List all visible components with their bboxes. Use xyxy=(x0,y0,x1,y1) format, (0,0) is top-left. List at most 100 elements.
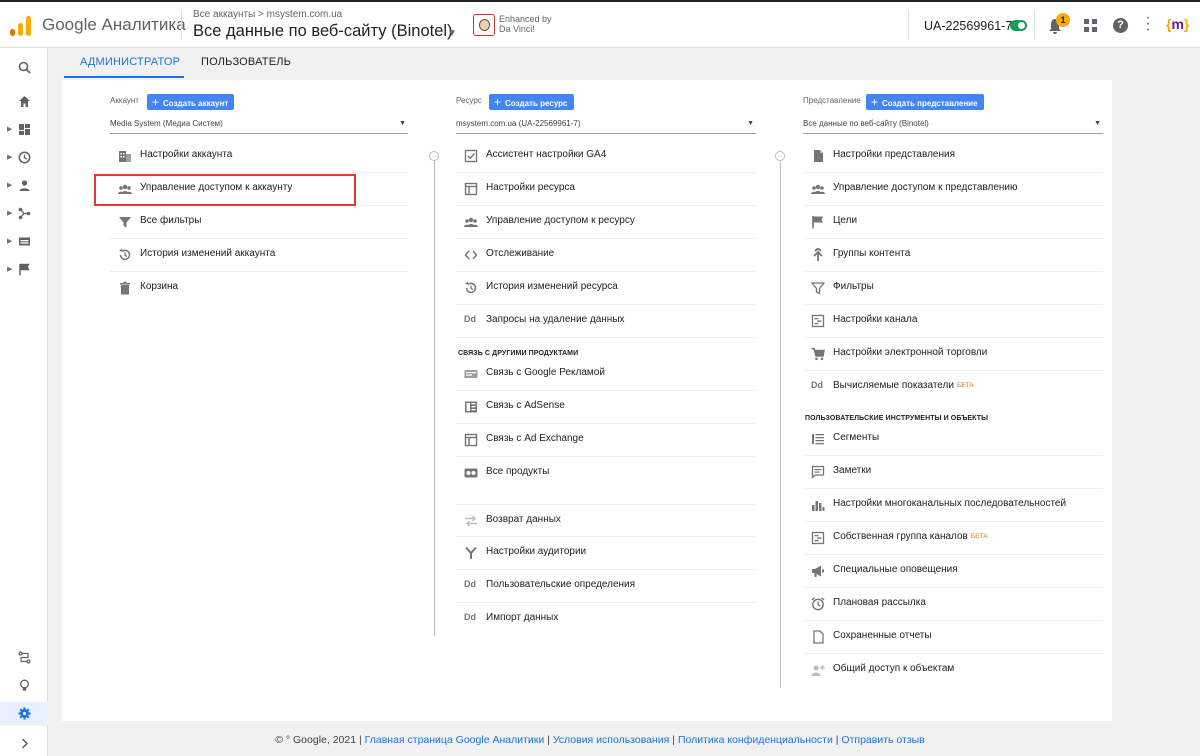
apps-icon[interactable] xyxy=(1084,19,1098,33)
list-item-trash[interactable]: Корзина xyxy=(110,272,408,305)
list-item-ga4-assistant[interactable]: Ассистент настройки GA4 xyxy=(456,140,756,173)
view-selector[interactable]: Все данные по веб-сайту (Binotel) xyxy=(193,22,453,41)
list-item-filters[interactable]: Фильтры xyxy=(803,272,1103,305)
rail-conversions[interactable]: ▶ xyxy=(0,258,48,282)
rail-admin[interactable] xyxy=(0,702,48,726)
list-item-share-assets[interactable]: Общий доступ к объектам xyxy=(803,654,1103,687)
create-view-label: Создать представление xyxy=(882,99,978,108)
ads-icon xyxy=(464,370,478,378)
footer-separator: | xyxy=(835,734,839,746)
list-item-property-access[interactable]: Управление доступом к ресурсу xyxy=(456,206,756,239)
list-item-content-groups[interactable]: Группы контента xyxy=(803,239,1103,272)
list-item-annotations[interactable]: Заметки xyxy=(803,456,1103,489)
beta-badge: БЕТА xyxy=(956,382,974,389)
side-navigation: ▶ ▶ ▶ ▶ ▶ ▶ xyxy=(0,48,48,756)
share-icon xyxy=(811,665,825,676)
list-item-text: Вычисляемые показатели xyxy=(833,380,954,391)
lightbulb-icon xyxy=(20,679,29,691)
list-item-adexchange-link[interactable]: Связь с Ad Exchange xyxy=(456,424,756,457)
gear-icon xyxy=(18,707,31,720)
brand-name[interactable]: Google Аналитика xyxy=(42,15,186,35)
footer-link-home[interactable]: Главная страница Google Аналитики xyxy=(365,734,545,746)
create-view-button[interactable]: + Создать представление xyxy=(866,94,984,110)
tracking-id: UA-22569961-7 xyxy=(924,19,1013,33)
divider xyxy=(181,10,182,40)
more-vert-icon[interactable]: · · · xyxy=(1145,10,1151,38)
beta-badge: БЕТА xyxy=(970,533,988,540)
tab-user[interactable]: ПОЛЬЗОВАТЕЛЬ xyxy=(201,56,291,68)
list-item-custom-alerts[interactable]: Специальные оповещения xyxy=(803,555,1103,588)
list-item-google-ads-link[interactable]: Связь с Google Рекламой xyxy=(456,358,756,391)
list-item-mcf-settings[interactable]: Настройки многоканальных последовательно… xyxy=(803,489,1103,522)
footer-link-feedback[interactable]: Отправить отзыв xyxy=(841,734,924,746)
list-item-all-products[interactable]: Все продукты xyxy=(456,457,756,490)
caret-down-icon[interactable]: ▼ xyxy=(447,28,457,39)
rail-discover[interactable] xyxy=(0,674,48,698)
branch-icon xyxy=(813,248,823,261)
rail-acquisition[interactable]: ▶ xyxy=(0,202,48,226)
list-item-channel-settings[interactable]: Настройки канала xyxy=(803,305,1103,338)
filter-icon xyxy=(811,282,825,295)
list-item-saved-reports[interactable]: Сохраненные отчеты xyxy=(803,621,1103,654)
rail-audience[interactable]: ▶ xyxy=(0,174,48,198)
list-item-custom-channel-group[interactable]: Собственная группа каналов БЕТА xyxy=(803,522,1103,555)
rail-customization[interactable]: ▶ xyxy=(0,118,48,142)
rail-home[interactable] xyxy=(0,90,48,114)
list-item-custom-definitions[interactable]: Dd Пользовательские определения xyxy=(456,570,756,603)
list-item-view-access[interactable]: Управление доступом к представлению xyxy=(803,173,1103,206)
list-item-scheduled-emails[interactable]: Плановая рассылка xyxy=(803,588,1103,621)
list-item-adsense-link[interactable]: Связь с AdSense xyxy=(456,391,756,424)
expand-arrow-icon: ▶ xyxy=(7,126,13,133)
dd-icon: Dd xyxy=(464,579,476,589)
list-item-label: Вычисляемые показатели БЕТА xyxy=(833,380,974,391)
list-item-label: Настройки представления xyxy=(833,149,955,160)
list-item-label: Собственная группа каналов БЕТА xyxy=(833,531,988,542)
create-property-label: Создать ресурс xyxy=(505,99,568,108)
footer-link-terms[interactable]: Условия использования xyxy=(553,734,670,746)
list-item-ecommerce-settings[interactable]: Настройки электронной торговли xyxy=(803,338,1103,371)
list-item-label: Настройки электронной торговли xyxy=(833,347,988,358)
create-account-button[interactable]: + Создать аккаунт xyxy=(147,94,235,110)
list-item-account-history[interactable]: История изменений аккаунта xyxy=(110,239,408,272)
list-item-label: Плановая рассылка xyxy=(833,597,926,608)
window-icon xyxy=(464,182,478,196)
list-item-view-settings[interactable]: Настройки представления xyxy=(803,140,1103,173)
status-toggle[interactable] xyxy=(1010,20,1027,31)
list-item-label: Настройки аудитории xyxy=(486,546,587,557)
doc-icon xyxy=(814,150,823,162)
rail-attribution[interactable] xyxy=(0,646,48,670)
checkbox-icon xyxy=(464,149,478,163)
people-icon xyxy=(811,184,825,194)
behavior-icon xyxy=(19,237,30,246)
list-item-tracking[interactable]: Отслеживание xyxy=(456,239,756,272)
list-item-property-history[interactable]: История изменений ресурса xyxy=(456,272,756,305)
help-icon[interactable]: ? xyxy=(1113,18,1128,33)
breadcrumb[interactable]: Все аккаунты > msystem.com.ua xyxy=(193,9,342,20)
davinci-extension-icon[interactable] xyxy=(473,14,495,36)
list-item-goals[interactable]: Цели xyxy=(803,206,1103,239)
property-select[interactable]: msystem.com.ua (UA-22569961-7) ▼ xyxy=(456,117,756,134)
account-select[interactable]: Media System (Медиа Систем) ▼ xyxy=(110,117,408,134)
list-item-data-import[interactable]: Dd Импорт данных xyxy=(456,603,756,636)
rail-search[interactable] xyxy=(0,56,48,80)
view-select[interactable]: Все данные по веб-сайту (Binotel) ▼ xyxy=(803,117,1103,134)
tab-admin[interactable]: АДМИНИСТРАТОР xyxy=(80,56,180,68)
account-logo[interactable]: {m} xyxy=(1166,16,1189,32)
create-property-button[interactable]: + Создать ресурс xyxy=(489,94,574,110)
list-item-segments[interactable]: Сегменты xyxy=(803,423,1103,456)
account-select-value: Media System (Медиа Систем) xyxy=(110,119,223,128)
rail-behavior[interactable]: ▶ xyxy=(0,230,48,254)
list-item-label: Настройки канала xyxy=(833,314,918,325)
footer-link-privacy[interactable]: Политика конфиденциальности xyxy=(678,734,833,746)
rail-realtime[interactable]: ▶ xyxy=(0,146,48,170)
list-item-calculated-metrics[interactable]: Dd Вычисляемые показатели БЕТА xyxy=(803,371,1103,404)
analytics-logo-icon[interactable] xyxy=(10,16,32,36)
list-item-data-retention[interactable]: Возврат данных xyxy=(456,504,756,537)
list-item-audience-settings[interactable]: Настройки аудитории xyxy=(456,537,756,570)
list-item-all-filters[interactable]: Все фильтры xyxy=(110,206,408,239)
list-item-label: Возврат данных xyxy=(486,514,561,525)
list-item-deletion-requests[interactable]: Dd Запросы на удаление данных xyxy=(456,305,756,338)
list-item-account-settings[interactable]: Настройки аккаунта xyxy=(110,140,408,173)
property-heading: Ресурс xyxy=(456,96,482,105)
list-item-property-settings[interactable]: Настройки ресурса xyxy=(456,173,756,206)
